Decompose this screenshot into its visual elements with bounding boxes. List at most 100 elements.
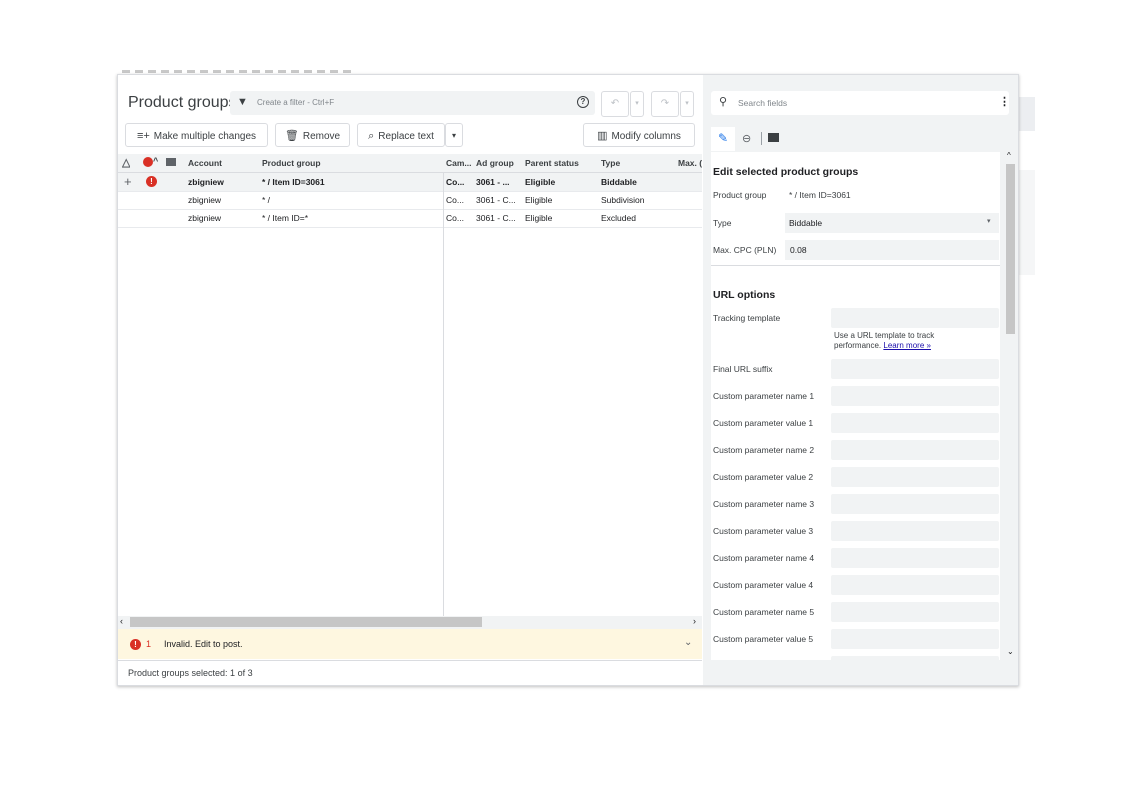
columns-icon: ▥ — [597, 130, 608, 142]
max-cpc-input[interactable]: 0.08 — [785, 240, 999, 260]
custom-param-label: Custom parameter name 4 — [713, 553, 815, 563]
replace-dropdown-button[interactable]: ▾ — [445, 123, 463, 147]
frozen-column-divider — [443, 172, 444, 616]
cell-type: Excluded — [601, 213, 636, 223]
background-blurred-text — [122, 70, 352, 73]
cell-type: Biddable — [601, 177, 637, 187]
error-bar[interactable]: ! 1 Invalid. Edit to post. ⌄ — [118, 629, 702, 659]
scroll-up-icon[interactable]: ^ — [1007, 151, 1011, 160]
redo-button[interactable]: ↷ — [651, 91, 679, 117]
custom-param-input[interactable] — [831, 413, 999, 433]
scrollbar-thumb[interactable] — [130, 617, 482, 627]
background-panel-strip — [1017, 97, 1035, 131]
custom-param-input[interactable] — [831, 521, 999, 541]
col-campaign[interactable]: Cam... — [446, 158, 472, 168]
search-icon: ⚲ — [719, 96, 728, 108]
final-url-suffix-label: Final URL suffix — [713, 364, 773, 374]
cell-account: zbigniew — [188, 213, 222, 223]
cell-parent-status: Eligible — [525, 195, 553, 205]
final-url-suffix-input[interactable] — [831, 359, 999, 379]
remove-button[interactable]: 🗑 Remove — [275, 123, 350, 147]
dropdown-arrow-icon: ▾ — [987, 218, 991, 225]
undo-button[interactable]: ↶ — [601, 91, 629, 117]
cell-product-group: * / — [262, 195, 271, 205]
type-value: Biddable — [789, 218, 823, 228]
table-row[interactable]: zbigniew * / Item ID=* Co... 3061 - C...… — [118, 209, 702, 228]
tab-edit[interactable]: ✎ — [711, 127, 735, 151]
custom-param-label: Custom parameter value 4 — [713, 580, 814, 590]
comment-icon[interactable] — [768, 133, 779, 142]
vertical-scrollbar[interactable]: ^ ⌄ — [1005, 151, 1016, 660]
type-label: Type — [713, 218, 732, 228]
comment-column-icon[interactable] — [166, 158, 176, 166]
col-max-cpc[interactable]: Max. ( — [678, 158, 702, 168]
undo-dropdown-button[interactable]: ▾ — [630, 91, 644, 117]
tracking-template-input[interactable] — [831, 308, 999, 328]
col-product-group[interactable]: Product group — [262, 158, 321, 168]
cell-type: Subdivision — [601, 195, 645, 205]
error-message: Invalid. Edit to post. — [164, 639, 243, 649]
cell-account: zbigniew — [188, 195, 222, 205]
scroll-left-icon[interactable]: ‹ — [120, 616, 123, 626]
help-icon[interactable]: ? — [577, 96, 589, 108]
chevron-down-icon[interactable]: ⌄ — [684, 637, 692, 648]
edit-side-panel: ⚲ Search fields ⋮ ✎ ⊖ Edit selected prod… — [703, 75, 1018, 685]
custom-param-input[interactable] — [831, 575, 999, 595]
scroll-right-icon[interactable]: › — [693, 616, 696, 626]
cell-parent-status: Eligible — [525, 213, 553, 223]
max-cpc-label: Max. CPC (PLN) — [713, 245, 777, 255]
custom-param-input[interactable] — [831, 440, 999, 460]
custom-param-input[interactable] — [831, 467, 999, 487]
product-group-label: Product group — [713, 190, 767, 200]
custom-param-label: Custom parameter name 1 — [713, 391, 815, 401]
filter-placeholder: Create a filter - Ctrl+F — [257, 98, 335, 107]
col-ad-group[interactable]: Ad group — [476, 158, 514, 168]
type-select[interactable]: Biddable ▾ — [785, 213, 999, 233]
modify-columns-button[interactable]: ▥ Modify columns — [583, 123, 695, 147]
table-row[interactable]: + ! zbigniew * / Item ID=3061 Co... 3061… — [118, 173, 702, 192]
cell-campaign: Co... — [446, 195, 464, 205]
custom-param-input[interactable] — [831, 386, 999, 406]
replace-text-button[interactable]: ⌕ Replace text — [357, 123, 445, 147]
warning-column-icon[interactable]: △ — [122, 156, 130, 169]
scroll-down-icon[interactable]: ⌄ — [1007, 647, 1014, 656]
scrollbar-thumb[interactable] — [1006, 164, 1015, 334]
custom-param-input[interactable] — [831, 548, 999, 568]
custom-param-label: Custom parameter value 1 — [713, 418, 814, 428]
cell-account: zbigniew — [188, 177, 224, 187]
error-sort-icon[interactable] — [143, 157, 153, 167]
search-fields-bar[interactable]: ⚲ Search fields ⋮ — [711, 91, 1010, 115]
cell-campaign: Co... — [446, 177, 465, 187]
custom-param-label: Custom parameter value 5 — [713, 634, 814, 644]
max-cpc-value: 0.08 — [790, 245, 807, 255]
make-multiple-changes-button[interactable]: ≡+ Make multiple changes — [125, 123, 268, 147]
section-divider — [711, 265, 1000, 266]
link-icon[interactable]: ⊖ — [742, 132, 751, 145]
edit-form: Edit selected product groups Product gro… — [711, 152, 1000, 660]
more-options-icon[interactable]: ⋮ — [999, 95, 1010, 108]
col-parent-status[interactable]: Parent status — [525, 158, 579, 168]
expand-icon[interactable]: + — [124, 174, 132, 189]
product-group-value: * / Item ID=3061 — [789, 190, 851, 200]
filter-bar[interactable]: ▼ Create a filter - Ctrl+F — [230, 91, 595, 115]
col-account[interactable]: Account — [188, 158, 222, 168]
col-type[interactable]: Type — [601, 158, 620, 168]
redo-dropdown-button[interactable]: ▾ — [680, 91, 694, 117]
horizontal-scrollbar[interactable]: ‹ › — [118, 616, 702, 629]
custom-param-input[interactable] — [831, 656, 999, 660]
custom-param-input[interactable] — [831, 494, 999, 514]
search-input[interactable]: Search fields — [738, 98, 787, 108]
table-row[interactable]: zbigniew * / Co... 3061 - C... Eligible … — [118, 191, 702, 210]
custom-param-input[interactable] — [831, 602, 999, 622]
custom-param-input[interactable] — [831, 629, 999, 649]
section-title: Edit selected product groups — [713, 166, 859, 178]
product-groups-view: Product groups ▼ Create a filter - Ctrl+… — [118, 75, 702, 685]
pencil-icon: ✎ — [718, 131, 729, 145]
status-bar: Product groups selected: 1 of 3 — [118, 660, 702, 685]
learn-more-link[interactable]: Learn more » — [883, 341, 931, 350]
editor-window: Product groups ▼ Create a filter - Ctrl+… — [117, 74, 1019, 686]
cell-ad-group: 3061 - C... — [476, 195, 516, 205]
sort-up-icon[interactable]: ^ — [153, 156, 158, 166]
error-icon: ! — [130, 639, 141, 650]
cell-ad-group: 3061 - C... — [476, 213, 516, 223]
